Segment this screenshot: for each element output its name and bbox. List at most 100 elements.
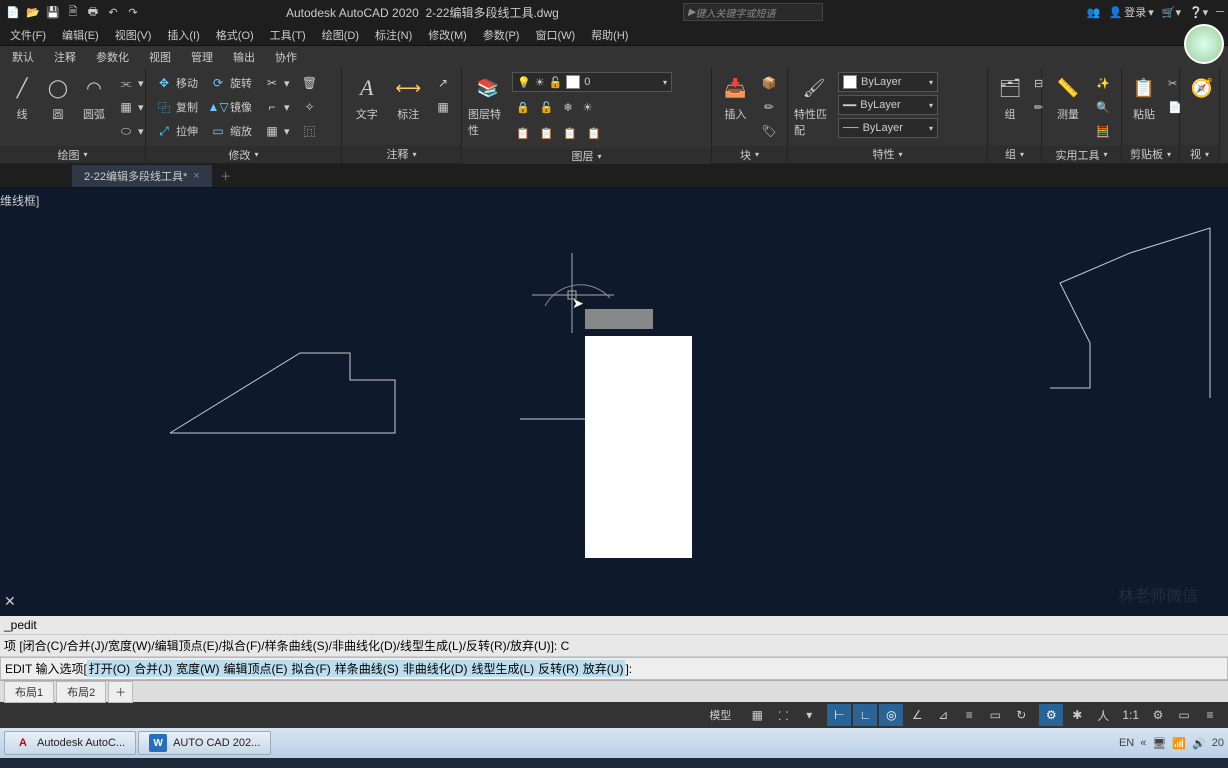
group-button[interactable]: 🗂组 — [994, 72, 1026, 122]
measure-button[interactable]: 📏测量 — [1048, 72, 1088, 122]
drawing-area[interactable]: 维线框] ➤ 林老师微信 ✕ — [0, 188, 1228, 616]
tray-chevron-icon[interactable]: « — [1140, 737, 1146, 749]
menu-modify[interactable]: 修改(M) — [420, 25, 475, 45]
menu-draw[interactable]: 绘图(D) — [314, 25, 367, 45]
circle-button[interactable]: ◯圆 — [42, 72, 74, 122]
layout-tab[interactable]: 布局1 — [4, 681, 54, 703]
command-prompt[interactable]: EDIT 输入选项 [打开(O) 合并(J) 宽度(W) 编辑顶点(E) 拟合(… — [0, 657, 1228, 680]
cmd-option[interactable]: 非曲线化(D) — [401, 660, 470, 677]
tray-icon[interactable]: 🖥 — [1152, 737, 1166, 750]
panel-title[interactable]: 视 — [1180, 145, 1219, 163]
panel-title[interactable]: 块 — [712, 146, 787, 163]
minimize-icon[interactable]: ─ — [1216, 6, 1224, 18]
lwt-icon[interactable]: ≡ — [957, 704, 981, 726]
menu-param[interactable]: 参数(P) — [475, 25, 528, 45]
new-icon[interactable]: 📄 — [4, 3, 22, 21]
ribbon-tab[interactable]: 注释 — [44, 46, 86, 68]
layer-tool-icon[interactable]: 📋 — [583, 122, 605, 144]
util-icon[interactable]: ✨ — [1092, 72, 1114, 94]
tray-volume-icon[interactable]: 🔊 — [1192, 737, 1206, 750]
exchange-icon[interactable]: 🛒▾ — [1162, 6, 1181, 19]
fillet-icon[interactable]: ⌐▾ — [260, 96, 294, 118]
util-icon[interactable]: 🔍 — [1092, 96, 1114, 118]
help-icon[interactable]: ❔▾ — [1189, 6, 1208, 19]
otrack-icon[interactable]: ⊿ — [931, 704, 955, 726]
ortho-icon[interactable]: ⊢ — [827, 704, 851, 726]
panel-title[interactable]: 绘图 — [0, 146, 145, 163]
redo-icon[interactable]: ↷ — [124, 3, 142, 21]
ribbon-tab[interactable]: 默认 — [2, 46, 44, 68]
cmd-option[interactable]: 宽度(W) — [174, 660, 221, 677]
polar-icon[interactable]: ∟ — [853, 704, 877, 726]
polyline-icon[interactable]: ⫘▾ — [114, 72, 148, 94]
taskbar-app-autocad[interactable]: AAutodesk AutoC... — [4, 731, 136, 755]
linetype-dropdown[interactable]: ── ByLayer — [838, 118, 938, 138]
table-icon[interactable]: ▦ — [431, 96, 455, 118]
menu-edit[interactable]: 编辑(E) — [54, 25, 107, 45]
cmd-option[interactable]: 打开(O) — [87, 660, 132, 677]
layer-tool-icon[interactable]: 🔓 — [536, 96, 558, 118]
model-space-button[interactable]: 模型 — [701, 707, 739, 723]
create-block-icon[interactable]: 📦 — [757, 72, 781, 94]
lang-indicator[interactable]: EN — [1119, 737, 1134, 749]
save-icon[interactable]: 💾 — [44, 3, 62, 21]
lineweight-dropdown[interactable]: ━━ ByLayer — [838, 95, 938, 115]
cmd-option[interactable]: 反转(R) — [536, 660, 581, 677]
login-button[interactable]: 👤 登录 ▾ — [1109, 4, 1154, 20]
saveas-icon[interactable]: 🗎 — [64, 3, 82, 21]
ribbon-tab[interactable]: 视图 — [139, 46, 181, 68]
edit-block-icon[interactable]: ✏ — [757, 96, 781, 118]
open-icon[interactable]: 📂 — [24, 3, 42, 21]
layer-tool-icon[interactable]: ☀ — [579, 96, 597, 118]
layer-tool-icon[interactable]: ❄ — [559, 96, 576, 118]
menu-insert[interactable]: 插入(I) — [159, 25, 207, 45]
transparency-icon[interactable]: ▭ — [983, 704, 1007, 726]
menu-view[interactable]: 视图(V) — [107, 25, 160, 45]
util-icon[interactable]: 🧮 — [1092, 120, 1114, 142]
cmd-option[interactable]: 放弃(U) — [581, 660, 626, 677]
command-window[interactable]: _pedit 项 [闭合(C)/合并(J)/宽度(W)/编辑顶点(E)/拟合(F… — [0, 616, 1228, 680]
copy-button[interactable]: ⿻复制 — [152, 96, 202, 118]
panel-title[interactable]: 修改 — [146, 146, 341, 163]
ribbon-tab[interactable]: 管理 — [181, 46, 223, 68]
anno-scale-icon[interactable]: 人 — [1091, 704, 1115, 726]
layer-tool-icon[interactable]: 📋 — [536, 122, 558, 144]
plot-icon[interactable]: 🖶 — [84, 3, 102, 21]
customize-icon[interactable]: ≡ — [1198, 704, 1222, 726]
attr-icon[interactable]: 🏷 — [757, 120, 781, 142]
ribbon-tab[interactable]: 协作 — [265, 46, 307, 68]
arc-button[interactable]: ◠圆弧 — [78, 72, 110, 122]
add-tab-button[interactable]: ＋ — [216, 166, 236, 186]
match-props-button[interactable]: 🖌特性匹配 — [794, 72, 834, 138]
taskbar-app-word[interactable]: WAUTO CAD 202... — [138, 731, 271, 755]
panel-title[interactable]: 组 — [988, 145, 1041, 163]
cmd-option[interactable]: 拟合(F) — [289, 660, 332, 677]
panel-title[interactable]: 剪贴板 — [1122, 145, 1179, 163]
scale-button[interactable]: ▭缩放 — [206, 120, 256, 142]
max-icon[interactable]: ▭ — [1172, 704, 1196, 726]
stretch-button[interactable]: ⤢拉伸 — [152, 120, 202, 142]
add-layout-button[interactable]: ＋ — [108, 681, 133, 703]
grid-icon[interactable]: ▦ — [745, 704, 769, 726]
view-button[interactable]: 🧭 — [1186, 72, 1218, 104]
erase-icon[interactable]: 🗑 — [298, 72, 322, 94]
cmd-option[interactable]: 合并(J) — [132, 660, 174, 677]
offset-icon[interactable]: ⿵ — [298, 120, 322, 142]
infocenter-icon[interactable]: 👥 — [1087, 6, 1101, 19]
search-input[interactable]: ▶ 键入关键字或短语 — [683, 3, 823, 21]
leader-icon[interactable]: ↗ — [431, 72, 455, 94]
dim-button[interactable]: ⟷标注 — [390, 72, 428, 122]
paste-button[interactable]: 📋粘贴 — [1128, 72, 1160, 122]
color-dropdown[interactable]: ByLayer — [838, 72, 938, 92]
panel-title[interactable]: 图层 — [462, 148, 711, 164]
panel-title[interactable]: 特性 — [788, 145, 987, 163]
menu-format[interactable]: 格式(O) — [208, 25, 262, 45]
panel-title[interactable]: 实用工具 — [1042, 146, 1121, 163]
menu-dim[interactable]: 标注(N) — [367, 25, 420, 45]
text-button[interactable]: A文字 — [348, 72, 386, 122]
scale-button[interactable]: 1:1 — [1117, 704, 1144, 726]
explode-icon[interactable]: ✧ — [298, 96, 322, 118]
workspace-switch-icon[interactable]: ⚙ — [1146, 704, 1170, 726]
insert-button[interactable]: 📥插入 — [718, 72, 753, 122]
ribbon-tab[interactable]: 输出 — [223, 46, 265, 68]
